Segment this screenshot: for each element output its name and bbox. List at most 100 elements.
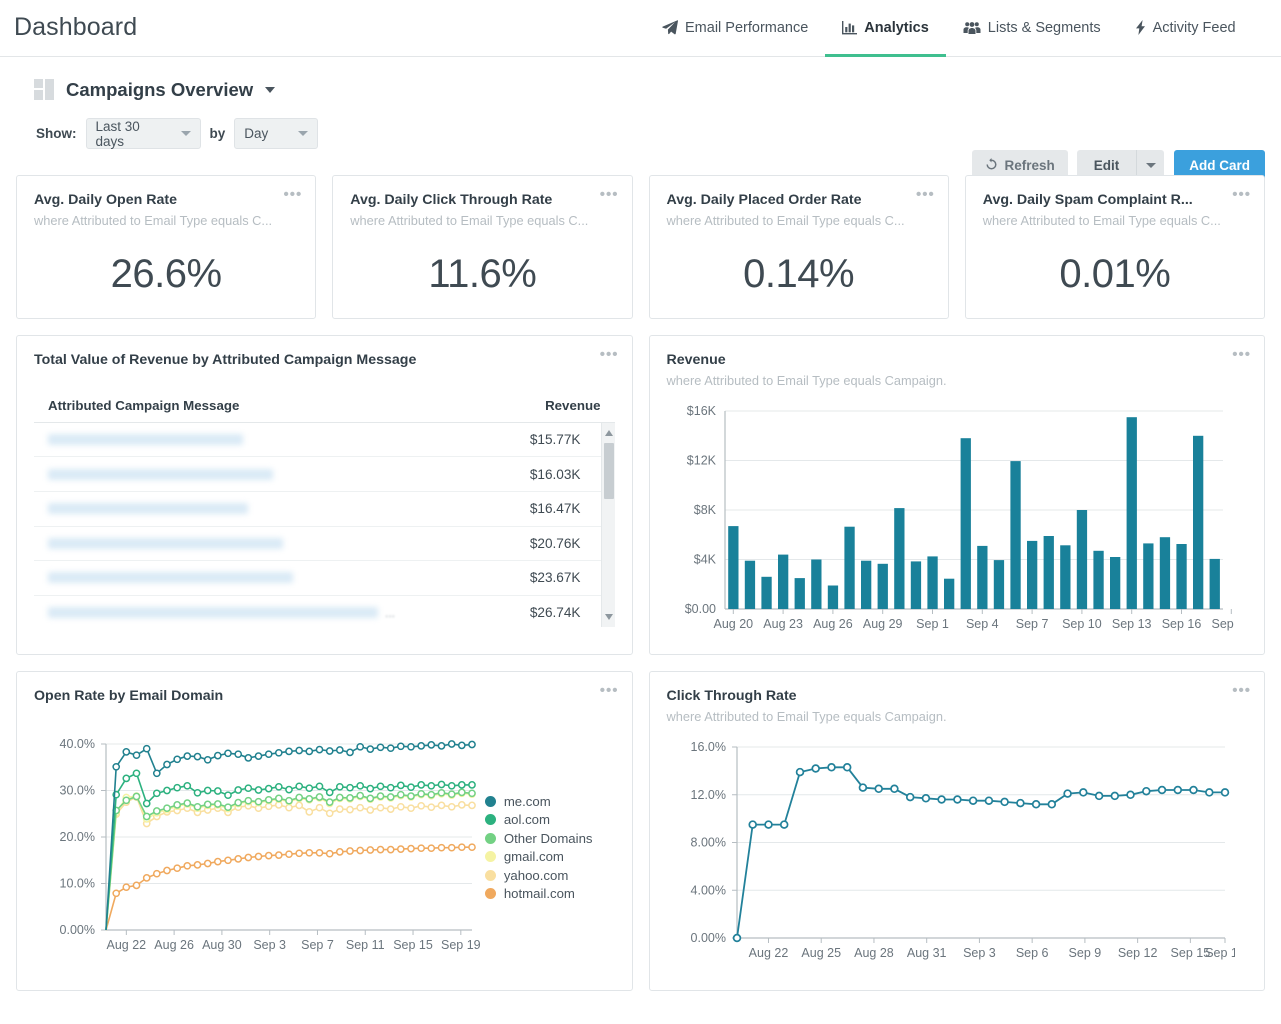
data-point[interactable] — [183, 861, 192, 870]
bar[interactable] — [1142, 543, 1153, 610]
data-point[interactable] — [889, 784, 899, 794]
card-menu-icon[interactable]: ••• — [1232, 347, 1251, 362]
data-point[interactable] — [396, 845, 405, 853]
data-point[interactable] — [366, 805, 375, 814]
data-point[interactable] — [1141, 787, 1151, 796]
data-point[interactable] — [396, 790, 405, 799]
data-point[interactable] — [437, 788, 446, 797]
data-point[interactable] — [315, 792, 324, 801]
data-point[interactable] — [173, 864, 182, 872]
legend-item[interactable]: me.com — [484, 792, 593, 811]
data-point[interactable] — [457, 780, 466, 789]
data-point[interactable] — [407, 783, 415, 791]
data-point[interactable] — [427, 803, 436, 811]
data-point[interactable] — [427, 781, 436, 790]
data-point[interactable] — [763, 820, 773, 830]
data-point[interactable] — [224, 749, 232, 757]
table-row[interactable]: $16.47K — [34, 492, 615, 527]
legend-item[interactable]: yahoo.com — [484, 866, 593, 885]
data-point[interactable] — [142, 744, 151, 753]
data-point[interactable] — [305, 794, 314, 803]
data-point[interactable] — [224, 856, 232, 864]
data-point[interactable] — [244, 853, 253, 862]
bar[interactable] — [727, 526, 738, 610]
data-point[interactable] — [936, 795, 946, 805]
data-point[interactable] — [468, 780, 476, 789]
data-point[interactable] — [244, 753, 253, 762]
data-point[interactable] — [396, 781, 405, 790]
data-point[interactable] — [747, 820, 757, 830]
bar[interactable] — [1209, 559, 1220, 610]
data-point[interactable] — [305, 747, 314, 755]
data-point[interactable] — [335, 745, 344, 754]
data-point[interactable] — [457, 800, 466, 809]
bar[interactable] — [1026, 541, 1037, 610]
data-point[interactable] — [376, 803, 385, 812]
data-point[interactable] — [183, 781, 192, 790]
data-point[interactable] — [346, 793, 354, 802]
bar[interactable] — [760, 577, 772, 610]
data-point[interactable] — [407, 804, 415, 812]
data-point[interactable] — [305, 807, 314, 816]
data-point[interactable] — [295, 782, 304, 790]
nav-tab-lists-segments[interactable]: Lists & Segments — [946, 0, 1118, 56]
data-point[interactable] — [122, 747, 131, 756]
bar[interactable] — [1059, 545, 1070, 610]
data-point[interactable] — [386, 744, 395, 752]
data-point[interactable] — [457, 741, 466, 749]
data-point[interactable] — [437, 843, 446, 852]
data-point[interactable] — [163, 786, 171, 795]
data-point[interactable] — [295, 746, 304, 755]
data-point[interactable] — [325, 849, 334, 858]
data-point[interactable] — [447, 802, 456, 811]
data-point[interactable] — [984, 796, 993, 806]
data-point[interactable] — [274, 794, 283, 803]
data-point[interactable] — [335, 847, 344, 856]
data-point[interactable] — [325, 809, 334, 817]
data-point[interactable] — [335, 805, 344, 813]
data-point[interactable] — [810, 764, 820, 774]
legend-item[interactable]: Other Domains — [484, 829, 593, 848]
data-point[interactable] — [386, 845, 395, 854]
data-point[interactable] — [1204, 788, 1214, 798]
legend-item[interactable]: hotmail.com — [484, 884, 593, 903]
data-point[interactable] — [152, 789, 161, 797]
data-point[interactable] — [173, 755, 182, 763]
data-point[interactable] — [417, 741, 426, 750]
data-point[interactable] — [999, 798, 1009, 807]
data-point[interactable] — [1047, 800, 1056, 809]
data-point[interactable] — [203, 800, 212, 809]
data-point[interactable] — [132, 751, 141, 759]
data-point[interactable] — [457, 843, 466, 851]
data-point[interactable] — [366, 745, 375, 753]
data-point[interactable] — [193, 752, 202, 761]
legend-item[interactable]: gmail.com — [484, 847, 593, 866]
data-point[interactable] — [254, 752, 263, 760]
bar[interactable] — [1109, 557, 1120, 610]
data-point[interactable] — [905, 793, 914, 802]
data-point[interactable] — [264, 795, 273, 804]
data-point[interactable] — [335, 793, 344, 802]
bar[interactable] — [744, 561, 755, 610]
legend-item[interactable]: aol.com — [484, 810, 593, 829]
data-point[interactable] — [112, 762, 121, 771]
data-point[interactable] — [264, 851, 273, 860]
card-menu-icon[interactable]: ••• — [600, 683, 619, 698]
data-point[interactable] — [1157, 786, 1166, 795]
card-menu-icon[interactable]: ••• — [916, 187, 935, 202]
data-point[interactable] — [376, 792, 385, 800]
data-point[interactable] — [356, 742, 365, 751]
data-point[interactable] — [407, 844, 415, 853]
data-point[interactable] — [1220, 788, 1229, 798]
data-point[interactable] — [325, 746, 334, 755]
data-point[interactable] — [315, 745, 324, 754]
card-menu-icon[interactable]: ••• — [600, 347, 619, 362]
bar[interactable] — [777, 554, 788, 610]
data-point[interactable] — [1173, 786, 1182, 795]
data-point[interactable] — [346, 805, 354, 814]
data-point[interactable] — [213, 799, 222, 808]
table-row[interactable]: $23.67K — [34, 561, 615, 596]
bar[interactable] — [943, 579, 954, 610]
bar[interactable] — [893, 508, 904, 610]
data-point[interactable] — [447, 843, 456, 852]
